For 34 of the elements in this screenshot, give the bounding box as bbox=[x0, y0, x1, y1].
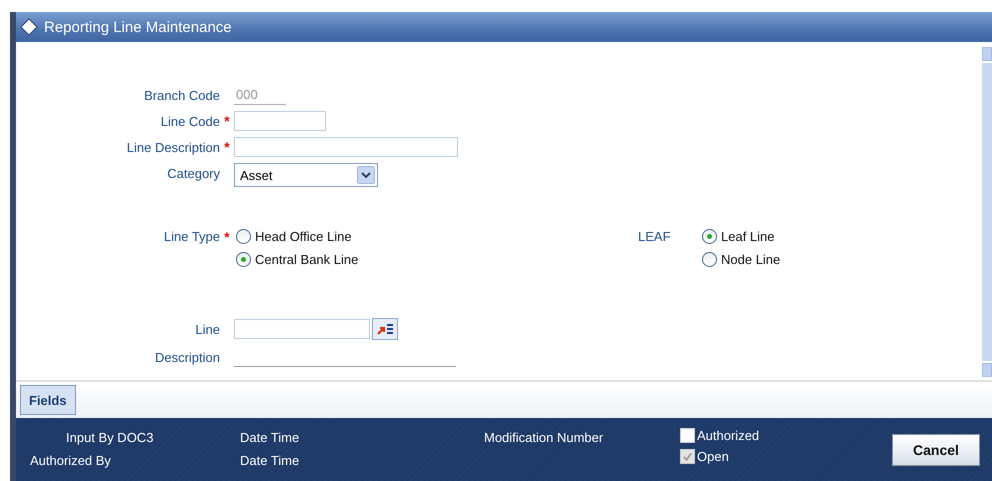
modification-number-text: Modification Number bbox=[484, 430, 604, 445]
window-title: Reporting Line Maintenance bbox=[44, 18, 232, 36]
field-label: Line Description bbox=[126, 140, 220, 154]
fields-tab[interactable]: Fields bbox=[20, 385, 76, 415]
authorized-by-text: Authorized By bbox=[30, 453, 112, 468]
input-field[interactable] bbox=[234, 137, 458, 157]
input-field[interactable] bbox=[234, 319, 370, 339]
radio-option[interactable]: Head Office Line bbox=[236, 229, 358, 244]
input-by-text: Input By DOC3 bbox=[65, 430, 154, 445]
field-label: Line Type bbox=[162, 229, 220, 244]
required-mark: * bbox=[224, 113, 230, 129]
field-label: Description bbox=[154, 350, 220, 364]
field-label: Line bbox=[194, 322, 220, 336]
field-label: LEAF bbox=[638, 229, 672, 244]
branch-code-value: 000 bbox=[234, 86, 286, 104]
list-lookup-button[interactable] bbox=[372, 318, 398, 340]
radio-option[interactable]: Central Bank Line bbox=[236, 252, 358, 267]
radio-option[interactable]: Leaf Line bbox=[702, 229, 780, 244]
list-arrow-icon bbox=[375, 321, 395, 337]
required-mark: * bbox=[224, 139, 230, 155]
date-time-text: Date Time bbox=[240, 453, 300, 468]
dropdown-caret-icon bbox=[357, 166, 375, 184]
radio-option[interactable]: Node Line bbox=[702, 252, 780, 267]
field-label: Category bbox=[166, 166, 220, 180]
field-label: Line Code bbox=[160, 114, 220, 128]
diamond-icon bbox=[20, 18, 38, 36]
category-dropdown[interactable]: Asset bbox=[234, 163, 378, 187]
field-label: Branch Code bbox=[143, 88, 220, 102]
input-field[interactable] bbox=[234, 111, 326, 131]
cancel-button[interactable]: Cancel bbox=[892, 434, 980, 466]
checkbox-option[interactable]: Authorized bbox=[680, 428, 892, 443]
date-time-text: Date Time bbox=[240, 430, 300, 445]
scrollbar[interactable] bbox=[982, 47, 992, 377]
required-mark: * bbox=[224, 229, 230, 245]
